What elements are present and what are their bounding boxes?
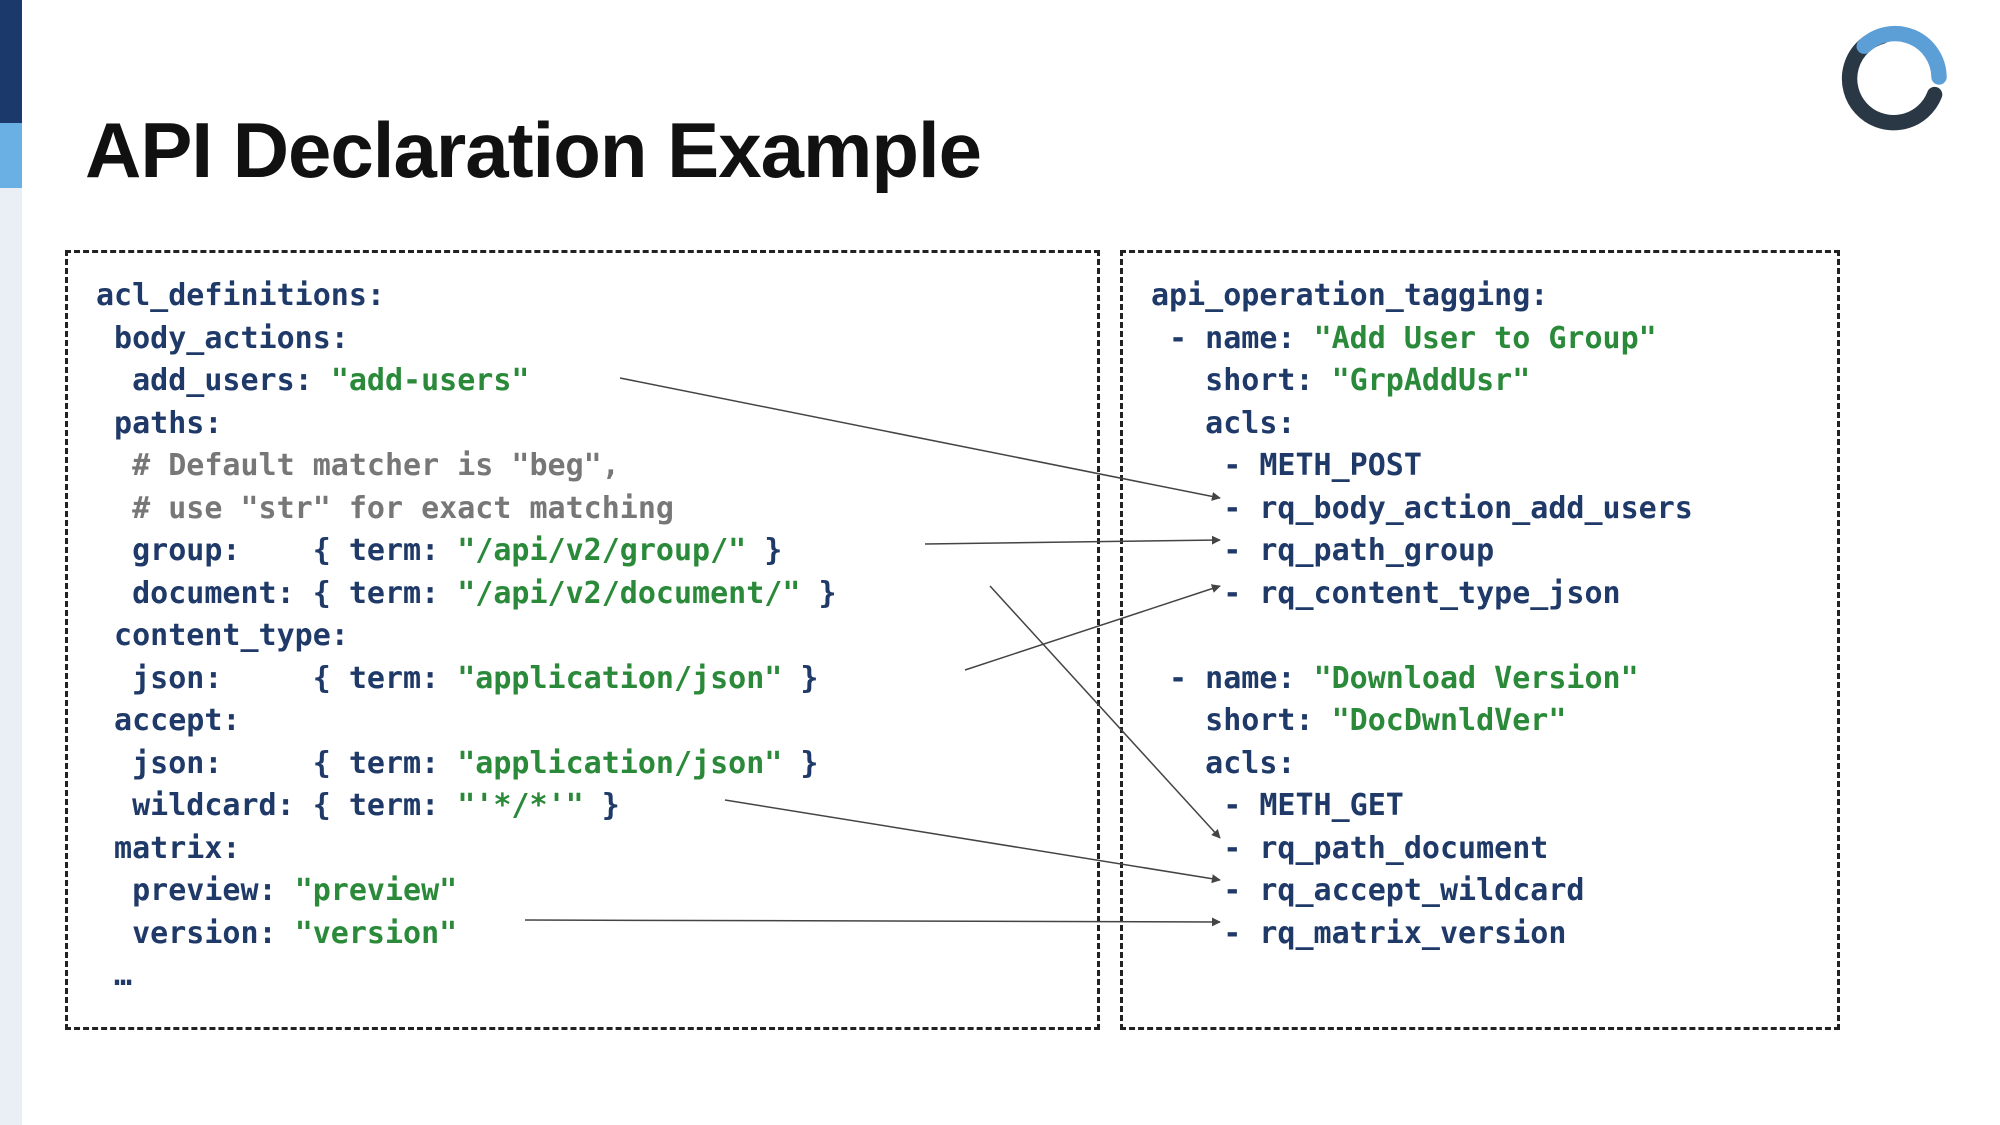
code-line: - rq_path_document (1151, 831, 1548, 866)
code-string: "preview" (295, 873, 458, 908)
code-comment: # Default matcher is "beg", (96, 448, 620, 483)
code-line: } (584, 788, 620, 823)
code-line: - rq_body_action_add_users (1151, 491, 1693, 526)
code-string: "application/json" (457, 746, 782, 781)
code-line: paths: (96, 406, 222, 441)
code-line: content_type: (96, 618, 349, 653)
code-string: "'*/*'" (457, 788, 583, 823)
code-line: - METH_POST (1151, 448, 1422, 483)
code-line: matrix: (96, 831, 241, 866)
code-string: "version" (295, 916, 458, 951)
code-string: "Add User to Group" (1314, 321, 1657, 356)
code-block-left: acl_definitions: body_actions: add_users… (65, 250, 1100, 1030)
code-line: acls: (1151, 746, 1296, 781)
code-line: } (782, 661, 818, 696)
code-line: acls: (1151, 406, 1296, 441)
code-line: body_actions: (96, 321, 349, 356)
code-line: accept: (96, 703, 241, 738)
code-string: "Download Version" (1314, 661, 1639, 696)
code-string: "/api/v2/group/" (457, 533, 746, 568)
code-line: acl_definitions: (96, 278, 385, 313)
code-line: } (746, 533, 782, 568)
accent-band-dark (0, 0, 22, 123)
code-line: wildcard: { term: (96, 788, 457, 823)
code-line: preview: (96, 873, 295, 908)
code-line: json: { term: (96, 746, 457, 781)
code-line: - rq_accept_wildcard (1151, 873, 1584, 908)
code-line: - rq_content_type_json (1151, 576, 1621, 611)
code-line: - rq_path_group (1151, 533, 1494, 568)
code-line: json: { term: (96, 661, 457, 696)
code-block-right: api_operation_tagging: - name: "Add User… (1120, 250, 1840, 1030)
code-line: - METH_GET (1151, 788, 1404, 823)
accent-band-light (0, 123, 22, 188)
code-line: } (800, 576, 836, 611)
code-line: document: { term: (96, 576, 457, 611)
code-line: group: { term: (96, 533, 457, 568)
code-string: "/api/v2/document/" (457, 576, 800, 611)
code-line: } (782, 746, 818, 781)
code-line: … (96, 958, 132, 993)
code-string: "application/json" (457, 661, 782, 696)
code-string: "GrpAddUsr" (1332, 363, 1531, 398)
code-line: short: (1151, 703, 1332, 738)
code-line: - name: (1151, 661, 1314, 696)
code-line: add_users: (96, 363, 331, 398)
code-line: api_operation_tagging: (1151, 278, 1548, 313)
code-line: - name: (1151, 321, 1314, 356)
logo-icon (1840, 22, 1950, 132)
page-title: API Declaration Example (85, 105, 981, 196)
slide: API Declaration Example acl_definitions:… (0, 0, 2000, 1125)
code-comment: # use "str" for exact matching (96, 491, 674, 526)
code-line: - rq_matrix_version (1151, 916, 1566, 951)
code-line: version: (96, 916, 295, 951)
code-string: "DocDwnldVer" (1332, 703, 1567, 738)
code-string: "add-users" (331, 363, 530, 398)
code-line: short: (1151, 363, 1332, 398)
